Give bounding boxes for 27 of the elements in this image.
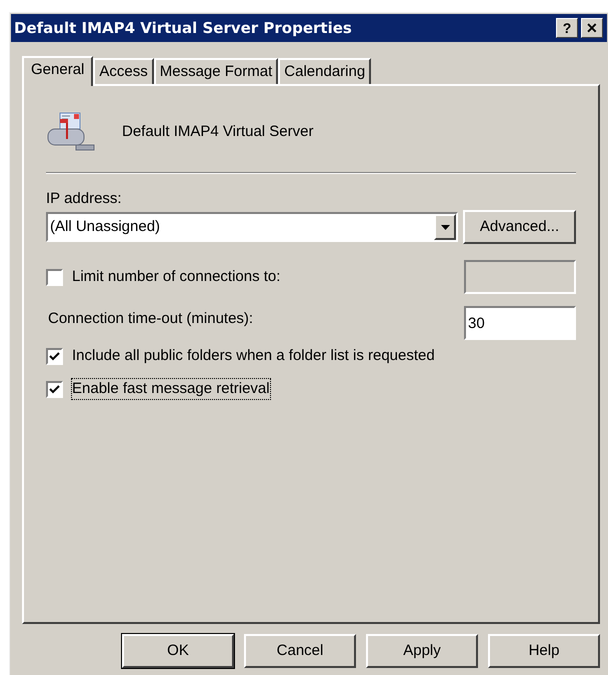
tab[interactable]: Access: [93, 58, 154, 84]
advanced-button[interactable]: Advanced...: [463, 210, 576, 244]
checkbox-label: Limit number of connections to:: [72, 266, 280, 287]
ip-address-dropdown[interactable]: (All Unassigned): [46, 212, 458, 242]
field-label: IP address:: [46, 190, 123, 208]
window-title: Default IMAP4 Virtual Server Properties: [14, 18, 352, 39]
checkmark-icon: [49, 352, 60, 360]
field-label: Connection time-out (minutes):: [47, 308, 254, 329]
checkmark-icon: [49, 384, 60, 394]
dialog-button[interactable]: Cancel: [244, 634, 356, 668]
checkbox[interactable]: [46, 380, 63, 398]
checkbox-label: Enable fast message retrieval: [72, 379, 270, 399]
dialog-button[interactable]: Help: [488, 634, 600, 668]
checkbox[interactable]: [46, 348, 63, 364]
tab[interactable]: Message Format: [154, 58, 278, 84]
tab[interactable]: Calendaring: [278, 58, 372, 84]
timeout-field[interactable]: 30: [464, 306, 576, 340]
server-name: Default IMAP4 Virtual Server: [122, 122, 314, 142]
checkbox[interactable]: [46, 268, 63, 286]
dialog-button[interactable]: OK: [122, 634, 234, 668]
mailbox-icon: [46, 111, 96, 153]
tab[interactable]: General: [22, 56, 94, 86]
dialog-button[interactable]: Apply: [366, 634, 478, 668]
dropdown-caret-icon[interactable]: [434, 214, 456, 240]
checkbox-label: Include all public folders when a folder list is requested: [72, 346, 435, 366]
help-button[interactable]: ?: [556, 18, 578, 38]
close-button[interactable]: ✕: [581, 18, 603, 38]
